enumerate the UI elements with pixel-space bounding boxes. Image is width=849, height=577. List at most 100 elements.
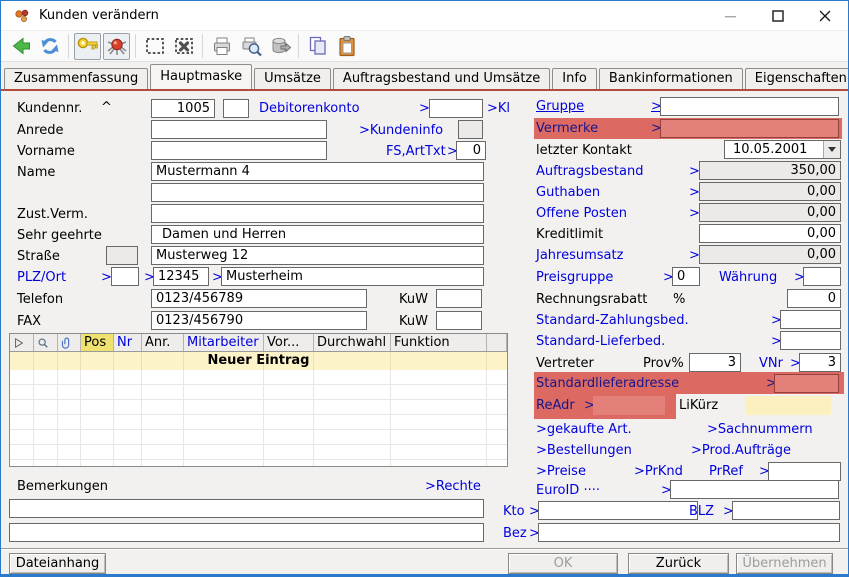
refresh-button[interactable] bbox=[36, 33, 63, 60]
vnr-link[interactable]: VNr bbox=[759, 356, 783, 371]
dateianhang-button[interactable]: Dateianhang bbox=[9, 553, 106, 574]
euroid-link[interactable]: EuroID ···· bbox=[536, 483, 600, 498]
ort-field[interactable]: Musterheim bbox=[221, 267, 484, 286]
kl-link[interactable]: >Kl bbox=[487, 101, 510, 116]
tab-hauptmaske[interactable]: Hauptmaske bbox=[150, 64, 252, 89]
debitorenkonto-field[interactable] bbox=[429, 99, 483, 118]
grid-header-attachment[interactable] bbox=[58, 334, 81, 351]
letzter-kontakt-dropdown-button[interactable] bbox=[823, 141, 840, 158]
plz-ort-link[interactable]: PLZ/Ort bbox=[17, 270, 66, 285]
select-rect-button[interactable] bbox=[141, 33, 168, 60]
gruppe-field[interactable] bbox=[660, 97, 839, 116]
vnr-field[interactable]: 3 bbox=[799, 353, 841, 372]
kundennr-sort-caret[interactable]: ^ bbox=[101, 100, 112, 115]
kto-field[interactable] bbox=[538, 501, 698, 520]
blz-field[interactable] bbox=[732, 501, 840, 520]
minimize-button[interactable] bbox=[707, 1, 754, 31]
fs-arttxt-link[interactable]: FS,ArtTxt bbox=[386, 144, 446, 159]
waehrung-field[interactable] bbox=[803, 267, 841, 286]
prknd-link[interactable]: >PrKnd bbox=[634, 464, 683, 479]
bestellungen-link[interactable]: >Bestellungen bbox=[536, 443, 632, 458]
letzter-kontakt-combobox[interactable]: 10.05.2001 bbox=[724, 140, 841, 159]
kundennr-aux-field[interactable] bbox=[223, 99, 249, 118]
preise-link[interactable]: >Preise bbox=[536, 464, 586, 479]
bemerkungen-field-1[interactable] bbox=[9, 499, 484, 518]
readr-field[interactable] bbox=[593, 396, 665, 415]
grid-header-funktion[interactable]: Funktion bbox=[391, 334, 487, 351]
telefon-kuw-field[interactable] bbox=[436, 289, 482, 308]
anrede-field[interactable] bbox=[151, 120, 327, 139]
tab-info[interactable]: Info bbox=[552, 68, 597, 89]
fax-kuw-field[interactable] bbox=[436, 311, 482, 330]
grid-header-row-marker[interactable] bbox=[10, 334, 34, 351]
standard-zahlungsbed-link[interactable]: Standard-Zahlungsbed. bbox=[536, 313, 689, 328]
tab-zusammenfassung[interactable]: Zusammenfassung bbox=[4, 68, 148, 89]
gekaufte-art-link[interactable]: >gekaufte Art. bbox=[536, 422, 632, 437]
ok-button[interactable]: OK bbox=[508, 553, 618, 574]
standardlieferadresse-link[interactable]: Standardlieferadresse bbox=[536, 376, 679, 391]
standardlieferadresse-field[interactable] bbox=[774, 374, 839, 393]
tab-eigenschaften[interactable]: Eigenschaften bbox=[745, 68, 849, 89]
kundeninfo-link[interactable]: >Kundeninfo bbox=[359, 123, 443, 138]
preisgruppe-link[interactable]: Preisgruppe bbox=[536, 270, 613, 285]
prref-link[interactable]: PrRef bbox=[709, 464, 743, 479]
app-icon[interactable] bbox=[14, 8, 30, 24]
copy-button[interactable] bbox=[304, 33, 331, 60]
prod-auftraege-link[interactable]: >Prod.Aufträge bbox=[691, 443, 791, 458]
kundennr-field[interactable]: 1005 bbox=[151, 99, 215, 118]
close-button[interactable] bbox=[801, 1, 848, 31]
fs-arttxt-field[interactable]: 0 bbox=[456, 141, 486, 160]
back-button[interactable] bbox=[7, 33, 34, 60]
uebernehmen-button[interactable]: Übernehmen bbox=[736, 553, 833, 574]
blz-link[interactable]: BLZ bbox=[689, 504, 714, 519]
vermerke-field[interactable] bbox=[660, 119, 839, 138]
print-preview-button[interactable] bbox=[237, 33, 264, 60]
sehr-geehrte-field[interactable]: Damen und Herren bbox=[151, 225, 484, 244]
waehrung-link[interactable]: Währung bbox=[719, 270, 777, 285]
key-toggle-button[interactable] bbox=[74, 33, 101, 60]
deselect-button[interactable] bbox=[170, 33, 197, 60]
sachnummern-link[interactable]: >Sachnummern bbox=[707, 422, 813, 437]
zust-verm-field[interactable] bbox=[151, 204, 484, 223]
grid-header-search[interactable] bbox=[34, 334, 58, 351]
likurz-field[interactable] bbox=[745, 396, 831, 415]
zurueck-button[interactable]: Zurück bbox=[628, 553, 729, 574]
kreditlimit-field[interactable]: 0,00 bbox=[699, 224, 841, 243]
grid-header-anr[interactable]: Anr. bbox=[142, 334, 184, 351]
rechte-link[interactable]: >Rechte bbox=[425, 479, 481, 494]
plz-aux-field[interactable] bbox=[111, 267, 139, 286]
bug-toggle-button[interactable] bbox=[103, 33, 130, 60]
gruppe-link[interactable]: Gruppe bbox=[536, 99, 584, 114]
debitorenkonto-link[interactable]: Debitorenkonto bbox=[259, 101, 360, 116]
strasse-field[interactable]: Musterweg 12 bbox=[151, 246, 484, 265]
vorname-field[interactable] bbox=[151, 141, 327, 160]
standard-lieferbed-field[interactable] bbox=[780, 331, 841, 350]
name-field[interactable]: Mustermann 4 bbox=[151, 162, 484, 181]
standard-lieferbed-link[interactable]: Standard-Lieferbed. bbox=[536, 334, 665, 349]
vertreter-prov-field[interactable]: 3 bbox=[689, 353, 741, 372]
preisgruppe-field[interactable]: 0 bbox=[672, 267, 700, 286]
rechnungsrabatt-field[interactable]: 0 bbox=[787, 289, 841, 308]
tab-umsaetze[interactable]: Umsätze bbox=[254, 68, 331, 89]
tab-auftragsbestand-und-umsaetze[interactable]: Auftragsbestand und Umsätze bbox=[333, 68, 550, 89]
export-db-button[interactable] bbox=[266, 33, 293, 60]
plz-field[interactable]: 12345 bbox=[153, 267, 209, 286]
grid-header-pos[interactable]: Pos bbox=[81, 334, 114, 351]
grid-header-durchwahl[interactable]: Durchwahl bbox=[314, 334, 391, 351]
telefon-field[interactable]: 0123/456789 bbox=[151, 289, 367, 308]
prref-field[interactable] bbox=[768, 462, 841, 481]
jahresumsatz-link[interactable]: Jahresumsatz bbox=[536, 248, 623, 263]
auftragsbestand-link[interactable]: Auftragsbestand bbox=[536, 164, 644, 179]
grid-header-vorname[interactable]: Vor... bbox=[264, 334, 314, 351]
print-button[interactable] bbox=[208, 33, 235, 60]
grid-header-nr[interactable]: Nr bbox=[114, 334, 142, 351]
kto-link[interactable]: Kto bbox=[503, 504, 525, 519]
standard-zahlungsbed-field[interactable] bbox=[780, 310, 841, 329]
maximize-button[interactable] bbox=[754, 1, 801, 31]
euroid-field[interactable] bbox=[670, 480, 839, 499]
offene-posten-link[interactable]: Offene Posten bbox=[536, 206, 627, 221]
bez-field[interactable] bbox=[538, 523, 840, 542]
vermerke-link[interactable]: Vermerke bbox=[536, 121, 598, 136]
name2-field[interactable] bbox=[151, 183, 484, 202]
bez-link[interactable]: Bez bbox=[503, 526, 527, 541]
